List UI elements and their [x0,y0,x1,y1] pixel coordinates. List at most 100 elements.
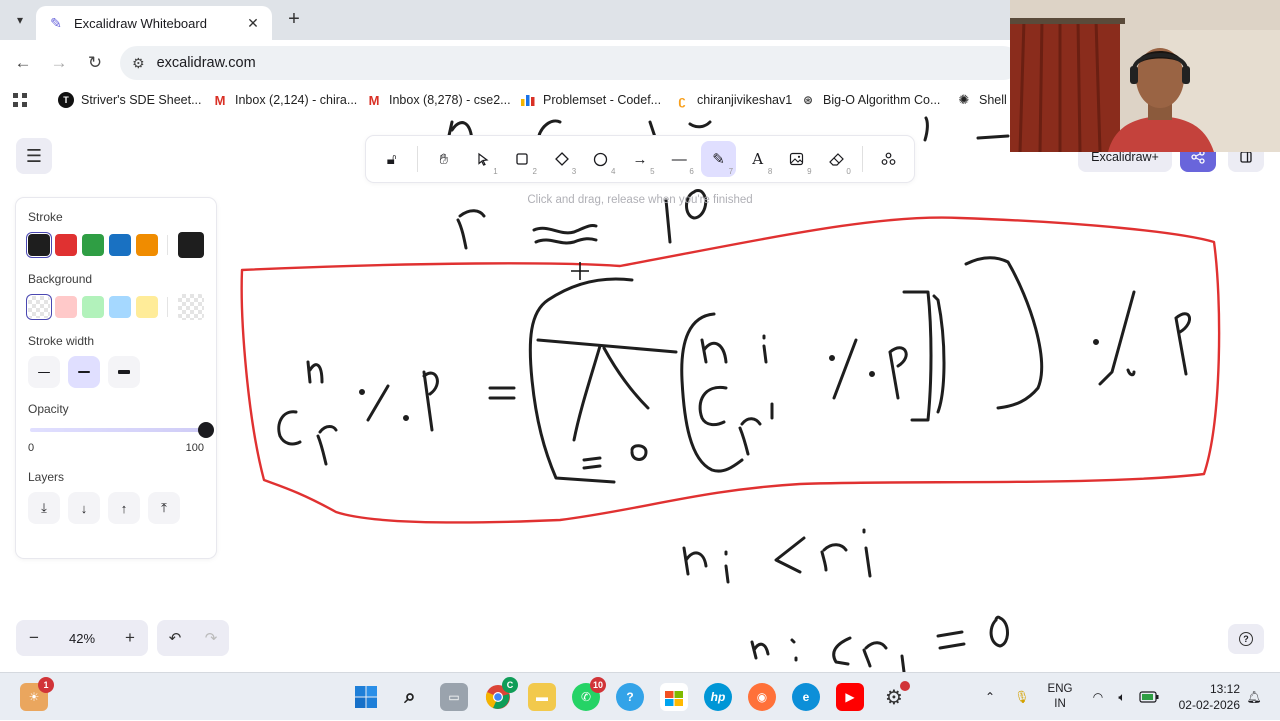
tab-search-button[interactable]: ▾ [8,8,32,32]
swatch-divider [167,297,168,317]
tool-eraser[interactable]: 0 [819,141,854,177]
bring-forward-button[interactable]: ↑ [108,492,140,524]
stroke-swatch-black[interactable] [28,234,50,256]
bookmark-item[interactable]: T Striver's SDE Sheet... [58,90,201,110]
tool-lock[interactable]: 🔓︎ [374,141,409,177]
opacity-slider[interactable] [30,422,214,438]
background-current-color[interactable] [178,294,204,320]
main-menu-button[interactable]: ☰ [16,138,52,174]
stroke-width-bold[interactable] [68,356,100,388]
eraser-icon [828,153,844,166]
stroke-width-extra-bold[interactable] [108,356,140,388]
send-backward-button[interactable]: ↓ [68,492,100,524]
bookmark-item[interactable]: ⊛ Big-O Algorithm Co... [800,90,940,110]
microsoft-store-icon[interactable] [660,683,688,711]
browser-tab-active[interactable]: ✎ Excalidraw Whiteboard ✕ [36,6,272,40]
close-icon[interactable]: ✕ [244,15,262,32]
diamond-icon [554,152,569,166]
microphone-icon[interactable]: 🎙︎ [1012,673,1032,721]
stroke-swatch-blue[interactable] [109,234,131,256]
bookmark-item[interactable]: ʗ chiranjivikeshav1 [674,90,792,110]
redo-icon[interactable]: ↷ [205,629,218,647]
battery-icon[interactable] [1138,673,1160,721]
excalidraw-favicon-icon: ✎ [50,15,62,31]
background-title: Background [28,272,93,286]
stroke-width-thin[interactable] [28,356,60,388]
windows-start-icon[interactable] [352,683,380,711]
help-button[interactable]: ? [1228,624,1264,654]
forward-icon[interactable]: → [48,52,70,74]
task-view-icon[interactable]: ▭ [440,683,468,711]
bookmark-item[interactable]: ✺ Shell v [956,90,1017,110]
undo-icon[interactable]: ↶ [169,629,182,647]
tool-selection[interactable]: 1 [465,141,500,177]
zoom-out-button[interactable]: − [22,628,46,648]
wifi-icon[interactable]: ◠ [1088,673,1108,721]
library-icon [1240,151,1252,163]
whatsapp-icon[interactable]: ✆ 10 [572,677,606,711]
settings-gear-icon[interactable]: ⚙ [880,681,910,711]
file-explorer-icon[interactable]: ▬ [528,683,556,711]
stroke-swatch-red[interactable] [55,234,77,256]
stroke-swatch-orange[interactable] [136,234,158,256]
tool-line[interactable]: — 6 [662,141,697,177]
url-text: excalidraw.com [156,55,256,71]
background-swatch-green[interactable] [82,296,104,318]
url-input[interactable]: ⚙ excalidraw.com [120,46,1020,80]
tool-image[interactable]: 9 [779,141,814,177]
widget-badge: 1 [38,677,54,693]
tool-diamond[interactable]: 3 [544,141,579,177]
zoom-level[interactable]: 42% [69,631,95,646]
codeforces-icon [520,92,536,108]
tool-hand[interactable]: ✋︎ [426,141,461,177]
bring-to-front-button[interactable]: ⤒ [148,492,180,524]
tool-arrow[interactable]: → 5 [622,141,657,177]
youtube-icon[interactable]: ▶ [836,683,864,711]
system-clock[interactable]: 13:12 02-02-2026 [1168,673,1240,721]
chrome-icon[interactable]: C [484,677,518,711]
bookmark-item[interactable]: M Inbox (8,278) - cse2... [366,90,511,110]
background-swatch-pink[interactable] [55,296,77,318]
firefox-icon[interactable]: ◉ [748,683,776,711]
background-swatch-yellow[interactable] [136,296,158,318]
tool-draw[interactable]: ✎ 7 [700,141,737,177]
help-app-icon[interactable]: ? [616,683,644,711]
background-swatch-transparent[interactable] [28,296,50,318]
back-icon[interactable]: ← [12,52,34,74]
shapes-more-icon [881,152,896,165]
tool-text[interactable]: A 8 [740,141,775,177]
rectangle-icon [516,153,528,165]
tool-extra[interactable] [871,141,906,177]
bookmark-item[interactable]: Problemset - Codef... [520,90,661,110]
tool-rectangle[interactable]: 2 [505,141,540,177]
hp-icon[interactable]: hp [704,683,732,711]
lock-icon: 🔓︎ [386,150,397,168]
edge-icon[interactable]: e [792,683,820,711]
hand-icon: ✋︎ [439,150,449,168]
site-info-icon[interactable]: ⚙ [132,55,145,72]
stroke-swatch-green[interactable] [82,234,104,256]
tool-hint: Click and drag, release when you're fini… [527,194,753,206]
new-tab-button[interactable]: + [282,8,306,32]
weather-widget-icon[interactable]: ☀︎ 1 [20,677,54,711]
reload-icon[interactable]: ↻ [84,52,106,74]
zoom-in-button[interactable]: + [118,628,142,648]
excalidraw-canvas[interactable]: ☰ 🔓︎ ✋︎ 1 2 3 4 → 5 — 6 ✎ 7 A 8 9 0 Clic… [0,114,1280,672]
stroke-width-options [28,356,204,388]
apps-grid-icon[interactable] [12,90,28,110]
leetcode-icon: ʗ [674,92,690,108]
tool-ellipse[interactable]: 4 [583,141,618,177]
notifications-icon[interactable]: 🔔︎ [1244,673,1264,721]
windows-taskbar: ☀︎ 1 ⌕ ▭ C ▬ ✆ 10 ? hp ◉ e ▶ ⚙ ⌃ 🎙︎ ENG IN… [0,672,1280,720]
send-to-back-button[interactable]: ⤓ [28,492,60,524]
bookmark-item[interactable]: M Inbox (2,124) - chira... [212,90,357,110]
opacity-slider-thumb[interactable] [198,422,214,438]
background-swatch-blue[interactable] [109,296,131,318]
opacity-max-label: 100 [185,442,204,454]
show-hidden-icons-icon[interactable]: ⌃ [980,673,1000,721]
stroke-current-color[interactable] [178,232,204,258]
language-indicator[interactable]: ENG IN [1040,673,1080,721]
zoom-controls: − 42% + [16,620,148,656]
search-icon[interactable]: ⌕ [396,683,424,711]
volume-icon[interactable]: 🔈︎ [1112,673,1132,721]
